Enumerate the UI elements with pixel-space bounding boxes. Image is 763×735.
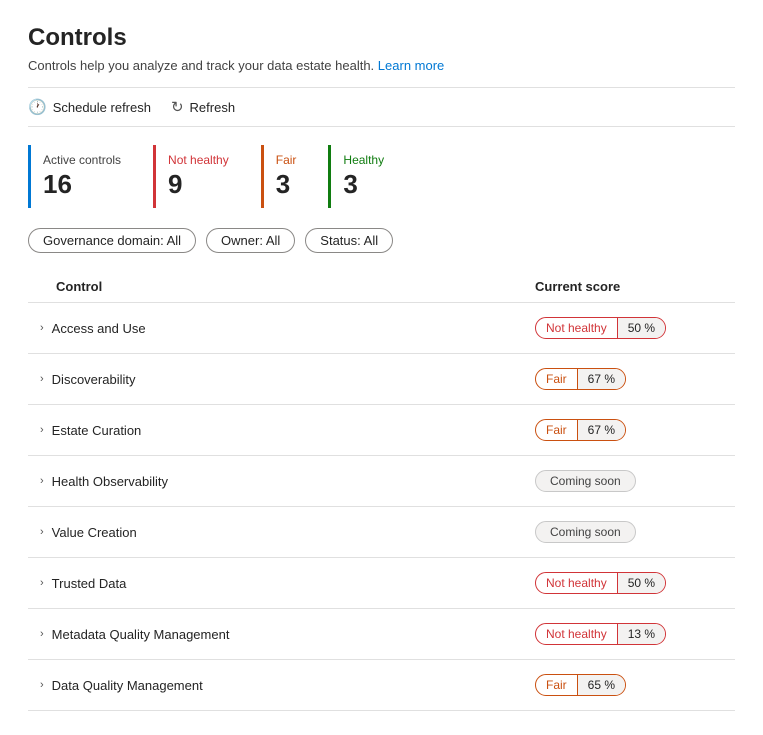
schedule-refresh-label: Schedule refresh (53, 100, 151, 115)
schedule-icon: 🕐 (28, 98, 47, 116)
badge-label-metadata-quality: Not healthy (536, 624, 617, 644)
chevron-icon[interactable]: › (40, 373, 44, 385)
table-row: › Estate Curation Fair 67 % (28, 405, 735, 456)
chevron-icon[interactable]: › (40, 475, 44, 487)
chevron-icon[interactable]: › (40, 679, 44, 691)
row-right-data-quality: Fair 65 % (535, 674, 735, 696)
summary-card-label-fair: Fair (276, 153, 297, 167)
toolbar: 🕐 Schedule refresh ↻ Refresh (28, 87, 735, 127)
chevron-icon[interactable]: › (40, 424, 44, 436)
table-row: › Trusted Data Not healthy 50 % (28, 558, 735, 609)
summary-card-value-fair: 3 (276, 169, 297, 200)
badge-value-creation: Coming soon (535, 521, 636, 543)
row-label-discoverability: Discoverability (52, 372, 136, 387)
row-label-data-quality: Data Quality Management (52, 678, 203, 693)
refresh-icon: ↻ (171, 98, 184, 116)
row-right-trusted-data: Not healthy 50 % (535, 572, 735, 594)
summary-card-fair: Fair 3 (261, 145, 329, 208)
filter-governance[interactable]: Governance domain: All (28, 228, 196, 253)
row-label-trusted-data: Trusted Data (52, 576, 127, 591)
row-left-health-observability: › Health Observability (40, 474, 168, 489)
summary-cards: Active controls 16 Not healthy 9 Fair 3 … (28, 145, 735, 208)
row-label-estate-curation: Estate Curation (52, 423, 142, 438)
badge-estate-curation: Fair 67 % (535, 419, 626, 441)
row-right-health-observability: Coming soon (535, 470, 735, 492)
badge-discoverability: Fair 67 % (535, 368, 626, 390)
row-label-metadata-quality: Metadata Quality Management (52, 627, 230, 642)
row-left-metadata-quality: › Metadata Quality Management (40, 627, 229, 642)
table-row: › Value Creation Coming soon (28, 507, 735, 558)
badge-label-discoverability: Fair (536, 369, 577, 389)
filters: Governance domain: All Owner: All Status: … (28, 228, 735, 253)
row-right-value-creation: Coming soon (535, 521, 735, 543)
badge-trusted-data: Not healthy 50 % (535, 572, 666, 594)
col-score-label: Current score (535, 279, 735, 294)
table-body: › Access and Use Not healthy 50 % › Disc… (28, 303, 735, 711)
chevron-icon[interactable]: › (40, 577, 44, 589)
learn-more-link[interactable]: Learn more (378, 58, 444, 73)
summary-card-active: Active controls 16 (28, 145, 153, 208)
badge-access-use: Not healthy 50 % (535, 317, 666, 339)
badge-pct-estate-curation: 67 % (577, 420, 625, 440)
summary-card-value-not-healthy: 9 (168, 169, 229, 200)
badge-health-observability: Coming soon (535, 470, 636, 492)
row-right-discoverability: Fair 67 % (535, 368, 735, 390)
summary-card-label-not-healthy: Not healthy (168, 153, 229, 167)
refresh-button[interactable]: ↻ Refresh (171, 98, 235, 116)
badge-pct-trusted-data: 50 % (617, 573, 665, 593)
chevron-icon[interactable]: › (40, 628, 44, 640)
row-right-access-use: Not healthy 50 % (535, 317, 735, 339)
table-row: › Metadata Quality Management Not health… (28, 609, 735, 660)
row-left-estate-curation: › Estate Curation (40, 423, 141, 438)
table-row: › Data Quality Management Fair 65 % (28, 660, 735, 711)
table-row: › Health Observability Coming soon (28, 456, 735, 507)
row-label-health-observability: Health Observability (52, 474, 168, 489)
badge-pct-metadata-quality: 13 % (617, 624, 665, 644)
badge-label-access-use: Not healthy (536, 318, 617, 338)
schedule-refresh-button[interactable]: 🕐 Schedule refresh (28, 98, 151, 116)
row-left-value-creation: › Value Creation (40, 525, 137, 540)
row-label-access-use: Access and Use (52, 321, 146, 336)
row-right-estate-curation: Fair 67 % (535, 419, 735, 441)
table-header: Control Current score (28, 271, 735, 303)
row-left-discoverability: › Discoverability (40, 372, 135, 387)
chevron-icon[interactable]: › (40, 526, 44, 538)
summary-card-label-active: Active controls (43, 153, 121, 167)
summary-card-label-healthy: Healthy (343, 153, 384, 167)
badge-label-data-quality: Fair (536, 675, 577, 695)
summary-card-not-healthy: Not healthy 9 (153, 145, 261, 208)
row-label-value-creation: Value Creation (52, 525, 137, 540)
summary-card-value-active: 16 (43, 169, 121, 200)
refresh-label: Refresh (190, 100, 236, 115)
page-title: Controls (28, 24, 735, 52)
badge-data-quality: Fair 65 % (535, 674, 626, 696)
badge-label-estate-curation: Fair (536, 420, 577, 440)
chevron-icon[interactable]: › (40, 322, 44, 334)
filter-owner[interactable]: Owner: All (206, 228, 295, 253)
col-control-label: Control (56, 279, 102, 294)
badge-pct-discoverability: 67 % (577, 369, 625, 389)
badge-pct-access-use: 50 % (617, 318, 665, 338)
badge-pct-data-quality: 65 % (577, 675, 625, 695)
badge-label-trusted-data: Not healthy (536, 573, 617, 593)
row-left-data-quality: › Data Quality Management (40, 678, 203, 693)
badge-metadata-quality: Not healthy 13 % (535, 623, 666, 645)
table-row: › Access and Use Not healthy 50 % (28, 303, 735, 354)
row-left-trusted-data: › Trusted Data (40, 576, 126, 591)
summary-card-healthy: Healthy 3 (328, 145, 416, 208)
row-left-access-use: › Access and Use (40, 321, 146, 336)
page-subtitle: Controls help you analyze and track your… (28, 58, 735, 73)
row-right-metadata-quality: Not healthy 13 % (535, 623, 735, 645)
table-row: › Discoverability Fair 67 % (28, 354, 735, 405)
filter-status[interactable]: Status: All (305, 228, 393, 253)
summary-card-value-healthy: 3 (343, 169, 384, 200)
